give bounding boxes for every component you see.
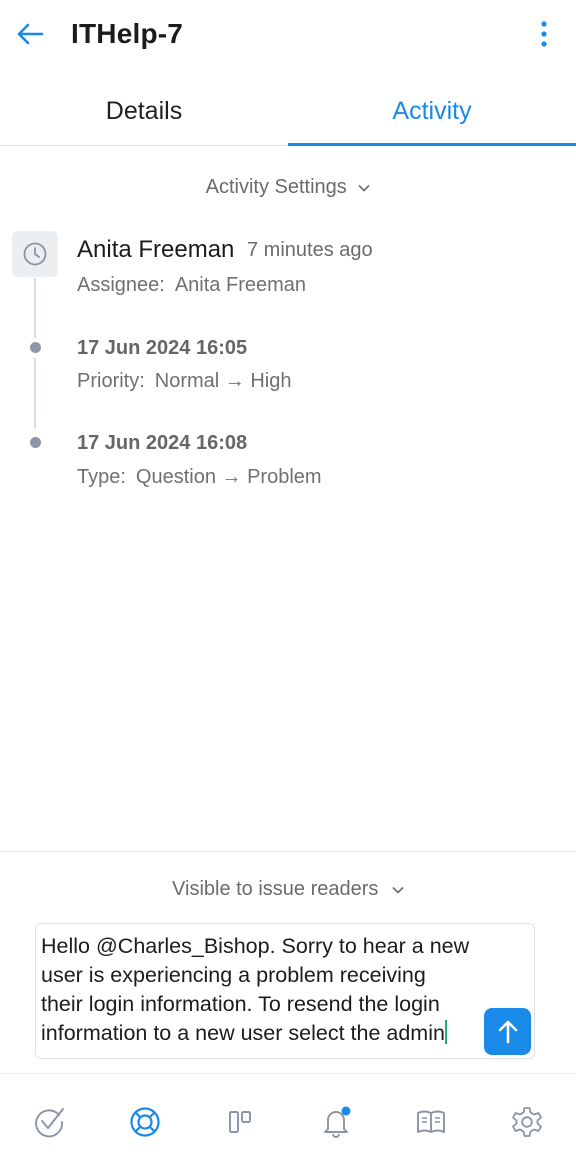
- activity-settings-dropdown[interactable]: Activity Settings: [0, 176, 576, 199]
- bell-icon: [324, 1106, 351, 1138]
- bottom-navigation: [0, 1073, 576, 1167]
- chevron-down-icon: [392, 886, 404, 894]
- nav-settings[interactable]: [507, 1102, 547, 1142]
- send-button[interactable]: [484, 1008, 531, 1055]
- activity-change: Assignee: Anita Freeman: [77, 274, 306, 297]
- lifebuoy-icon: [130, 1107, 160, 1137]
- change-field: Priority:: [77, 370, 145, 392]
- comment-text-content: Hello @Charles_Bishop. Sorry to hear a n…: [41, 934, 470, 1045]
- app-header: ITHelp-7: [0, 0, 576, 70]
- change-field: Type:: [77, 466, 126, 488]
- back-button[interactable]: [12, 16, 48, 52]
- tab-bar: Details Activity: [0, 78, 576, 146]
- timeline-dot: [30, 342, 41, 353]
- change-value: Normal → High: [154, 370, 292, 392]
- comment-input[interactable]: Hello @Charles_Bishop. Sorry to hear a n…: [35, 923, 535, 1059]
- activity-date: 17 Jun 2024 16:05: [77, 337, 248, 359]
- clock-icon: [23, 242, 47, 266]
- activity-settings-label: Activity Settings: [205, 176, 347, 198]
- activity-time: 7 minutes ago: [247, 239, 373, 261]
- change-field: Assignee:: [77, 274, 165, 296]
- book-icon: [417, 1110, 445, 1133]
- nav-my-work[interactable]: [29, 1102, 69, 1142]
- more-options-button[interactable]: [526, 16, 562, 52]
- activity-change: Type: Question → Problem: [77, 466, 322, 489]
- page-title: ITHelp-7: [71, 18, 184, 49]
- timeline-connector: [34, 358, 36, 428]
- comment-text[interactable]: Hello @Charles_Bishop. Sorry to hear a n…: [41, 932, 487, 1048]
- chevron-down-icon: [358, 184, 370, 192]
- activity-change: Priority: Normal → High: [77, 370, 292, 393]
- nav-notifications[interactable]: [316, 1102, 356, 1142]
- nav-boards[interactable]: [220, 1102, 260, 1142]
- visibility-dropdown[interactable]: Visible to issue readers: [0, 878, 576, 901]
- board-icon: [229, 1111, 251, 1133]
- activity-date: 17 Jun 2024 16:08: [77, 432, 248, 454]
- visibility-label: Visible to issue readers: [172, 878, 379, 900]
- tab-details[interactable]: Details: [0, 78, 288, 144]
- gear-icon: [512, 1107, 542, 1137]
- activity-author[interactable]: Anita Freeman: [77, 236, 234, 264]
- nav-knowledge-base[interactable]: [411, 1102, 451, 1142]
- timeline-dot: [30, 437, 41, 448]
- timeline-connector: [34, 278, 36, 338]
- tab-activity[interactable]: Activity: [288, 78, 576, 146]
- change-value: Anita Freeman: [174, 274, 307, 296]
- arrow-left-icon: [17, 23, 44, 45]
- change-value: Question → Problem: [135, 466, 322, 488]
- text-caret: [444, 1020, 447, 1044]
- arrow-up-icon: [498, 1020, 517, 1043]
- kebab-menu-icon: [541, 21, 547, 47]
- avatar: [12, 231, 58, 277]
- check-circle-icon: [35, 1108, 64, 1138]
- nav-service[interactable]: [125, 1102, 165, 1142]
